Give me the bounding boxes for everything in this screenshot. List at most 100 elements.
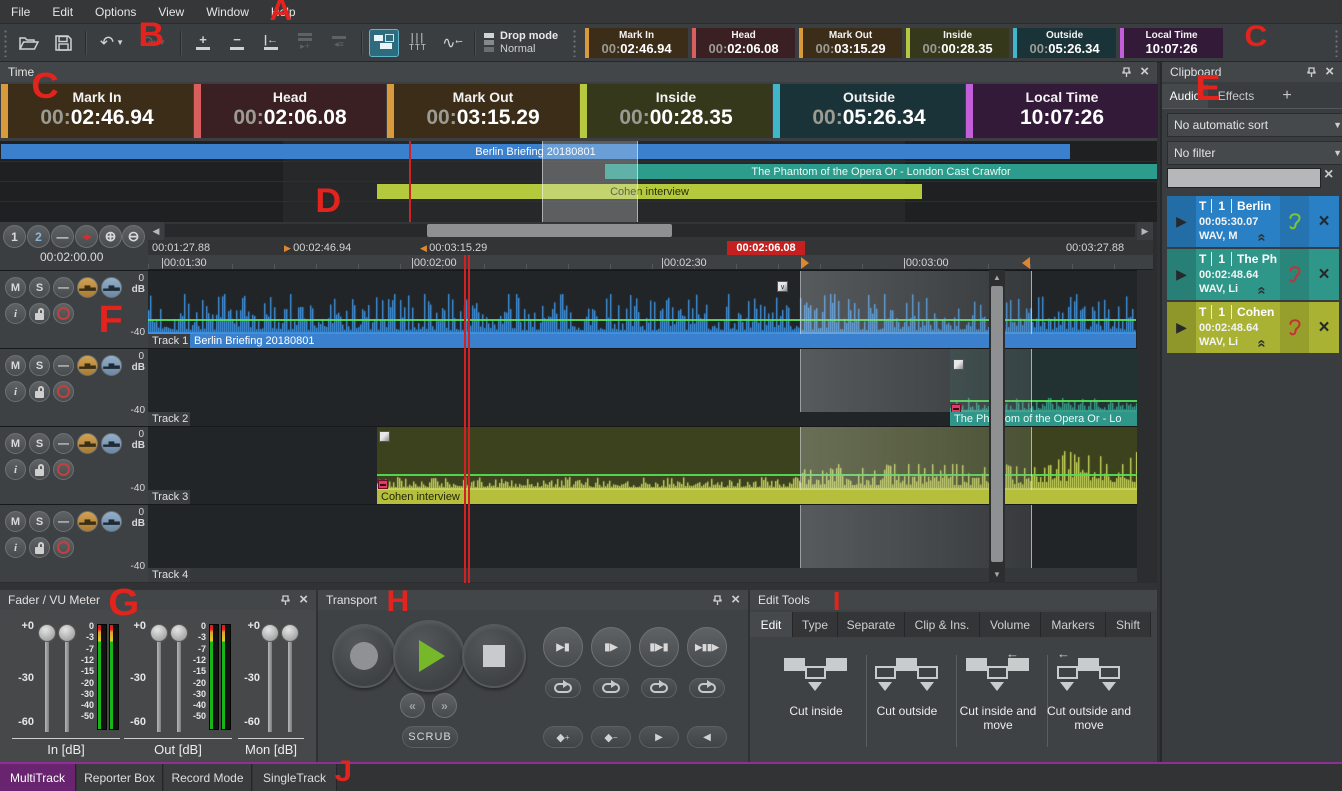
loop-2-button[interactable]	[593, 678, 629, 698]
track1-meter-post-icon[interactable]: ▂▅▃	[101, 277, 122, 298]
track3-info-button[interactable]: i	[5, 459, 26, 480]
track3-solo-button[interactable]: S	[29, 433, 50, 454]
project-overview[interactable]: Berlin Briefing 20180801 The Phantom of …	[0, 141, 1157, 222]
clear-search-icon[interactable]: ×	[1324, 166, 1333, 184]
tab-separate[interactable]: Separate	[838, 612, 905, 637]
expand-chevrons-icon[interactable]: «	[1258, 282, 1266, 299]
timeline-ruler[interactable]: |00:01:30 |00:02:00 |00:02:30 |00:03:00	[148, 255, 1153, 270]
prelisten-ear-button[interactable]	[1280, 249, 1309, 300]
workspace-tab-reporter-box[interactable]: Reporter Box	[77, 764, 163, 791]
track2-solo-button[interactable]: S	[29, 355, 50, 376]
pin-icon[interactable]	[280, 595, 291, 606]
overview-clip-berlin[interactable]: Berlin Briefing 20180801	[1, 144, 1070, 159]
close-icon[interactable]: ×	[299, 595, 308, 605]
tab-type[interactable]: Type	[793, 612, 838, 637]
track3-collapse-button[interactable]: —	[53, 433, 74, 454]
track2-name[interactable]: Track 2	[148, 412, 190, 426]
track1-record-arm-button[interactable]	[53, 303, 74, 324]
fader-mon-right-knob[interactable]	[281, 624, 299, 642]
clipboard-item-play-button[interactable]: ▶	[1167, 302, 1196, 353]
remove-track-button[interactable]: −	[222, 29, 252, 57]
close-icon[interactable]: ×	[1140, 67, 1149, 77]
add-marker-button[interactable]: ◆+	[543, 726, 583, 748]
prev-marker-button[interactable]: ◀	[687, 726, 727, 748]
track2-meter-pre-icon[interactable]: ▂▅▃	[77, 355, 98, 376]
clipboard-item-play-button[interactable]: ▶	[1167, 196, 1196, 247]
zoom-to-selection-button[interactable]: ◀▶	[75, 225, 98, 248]
track3-meter-post-icon[interactable]: ▂▅▃	[101, 433, 122, 454]
toolbar-grip[interactable]	[3, 29, 9, 57]
overview-clip-cohen[interactable]: Cohen interview	[377, 184, 922, 199]
fader-out-left-knob[interactable]	[150, 624, 168, 642]
tab-volume[interactable]: Volume	[980, 612, 1041, 637]
track2-meter-post-icon[interactable]: ▂▅▃	[101, 355, 122, 376]
track4-solo-button[interactable]: S	[29, 511, 50, 532]
track2-mute-button[interactable]: M	[5, 355, 26, 376]
cut-inside-and-move-button[interactable]: ← Cut inside and move	[952, 652, 1044, 747]
clipboard-search-input[interactable]	[1167, 168, 1321, 188]
sort-dropdown[interactable]: No automatic sort▼	[1167, 113, 1342, 137]
undo-button[interactable]: ↶▼	[93, 29, 131, 57]
track1-name[interactable]: Track 1	[148, 334, 190, 348]
timeline-playhead[interactable]	[464, 255, 470, 583]
fader-out-right-knob[interactable]	[170, 624, 188, 642]
expand-chevrons-icon[interactable]: «	[1258, 229, 1266, 246]
track1-collapse-button[interactable]: —	[53, 277, 74, 298]
track1-info-button[interactable]: i	[5, 303, 26, 324]
fader-mon-right-track[interactable]	[288, 632, 292, 732]
stop-button[interactable]	[462, 624, 526, 688]
toolbar-grip[interactable]	[572, 29, 578, 57]
clipboard-item-remove-button[interactable]: ×	[1309, 302, 1339, 353]
group-clips-button[interactable]: ▸+	[290, 29, 320, 57]
track2-clip-handle[interactable]	[953, 359, 964, 370]
ungroup-clips-button[interactable]: ◂≡	[324, 29, 354, 57]
track3-meter-pre-icon[interactable]: ▂▅▃	[77, 433, 98, 454]
mixer-button[interactable]: |||TTT	[403, 29, 433, 57]
track1-solo-button[interactable]: S	[29, 277, 50, 298]
play-from-start-button[interactable]: ▮▶	[591, 627, 631, 667]
play-around-button[interactable]: ▶▮▮▶	[687, 627, 727, 667]
menu-window[interactable]: Window	[195, 5, 260, 19]
forward-button[interactable]: »	[432, 693, 457, 718]
zoom-out-icon[interactable]: ⊖	[122, 225, 145, 248]
workspace-tab-singletrack[interactable]: SingleTrack	[253, 764, 337, 791]
drop-mode-control[interactable]: Drop mode Normal	[484, 30, 558, 56]
zoom-in-icon[interactable]: ⊕	[99, 225, 122, 248]
collapse-tracks-button[interactable]: —	[51, 225, 74, 248]
clipboard-item-cohen[interactable]: ▶T1Cohen00:02:48.64WAV, Li«×	[1167, 302, 1339, 353]
menu-edit[interactable]: Edit	[41, 5, 84, 19]
play-selection-button[interactable]: ▮▶▮	[639, 627, 679, 667]
loop-4-button[interactable]	[689, 678, 725, 698]
ruler-marker-right-icon[interactable]	[801, 257, 809, 269]
track4-collapse-button[interactable]: —	[53, 511, 74, 532]
cut-outside-and-move-button[interactable]: ← Cut outside and move	[1043, 652, 1135, 747]
cut-outside-button[interactable]: Cut outside	[861, 652, 953, 747]
tab-shift[interactable]: Shift	[1106, 612, 1151, 637]
scroll-left-button[interactable]: ◀	[148, 222, 164, 240]
track3-record-arm-button[interactable]	[53, 459, 74, 480]
track3-lock-button[interactable]	[29, 459, 50, 480]
track4-meter-pre-icon[interactable]: ▂▅▃	[77, 511, 98, 532]
waveform-edit-button[interactable]: ∿✓	[437, 29, 467, 57]
tab-edit[interactable]: Edit	[750, 612, 793, 637]
workspace-tab-multitrack[interactable]: MultiTrack	[0, 764, 76, 791]
track1-mute-button[interactable]: M	[5, 277, 26, 298]
vscroll-down-button[interactable]: ▼	[989, 565, 1005, 583]
track2-info-button[interactable]: i	[5, 381, 26, 402]
track2-lock-button[interactable]	[29, 381, 50, 402]
play-button[interactable]	[393, 620, 465, 692]
open-button[interactable]	[14, 29, 44, 57]
save-button[interactable]	[48, 29, 78, 57]
fader-in-right-knob[interactable]	[58, 624, 76, 642]
remove-marker-button[interactable]: ◆−	[591, 726, 631, 748]
clipboard-item-berlin[interactable]: ▶T1Berlin00:05:30.07WAV, M«×	[1167, 196, 1339, 247]
clipboard-item-the-ph[interactable]: ▶T1The Ph00:02:48.64WAV, Li«×	[1167, 249, 1339, 300]
workspace-tab-record-mode[interactable]: Record Mode	[164, 764, 252, 791]
fader-in-right-track[interactable]	[65, 632, 69, 732]
scrub-button[interactable]: SCRUB	[402, 726, 458, 748]
fader-mon-left-knob[interactable]	[261, 624, 279, 642]
fader-mon-left-track[interactable]	[268, 632, 272, 732]
track1-envelope-handle[interactable]: ∨	[777, 281, 788, 292]
prelisten-ear-button[interactable]	[1280, 196, 1309, 247]
track3-clip-marker[interactable]	[378, 480, 388, 489]
